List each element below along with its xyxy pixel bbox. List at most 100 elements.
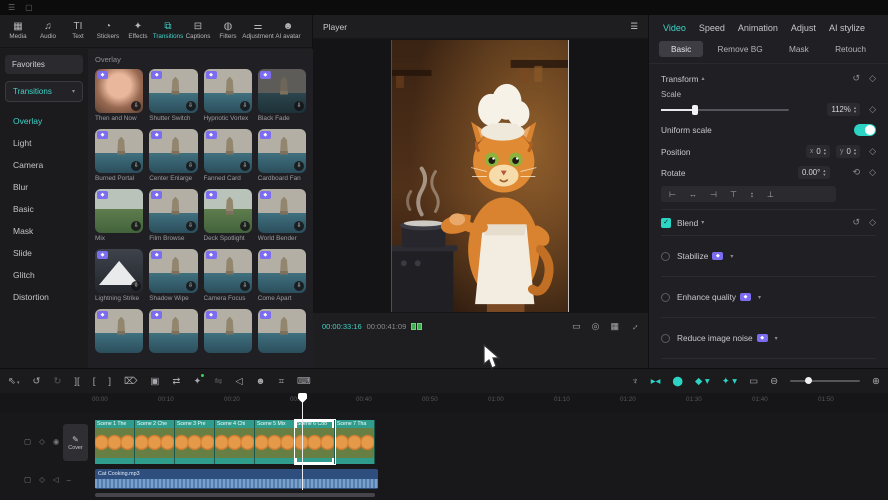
sidebar-item-basic[interactable]: Basic [5, 198, 83, 220]
smart-cut-button[interactable]: ✦ [193, 376, 201, 387]
adjust-tool-button[interactable]: ⌗ [279, 376, 284, 387]
cover-button[interactable]: ✎ Cover [63, 424, 88, 461]
download-icon[interactable]: ⇩ [186, 221, 196, 231]
transition-item[interactable]: ◆⇩Center Enlarge [149, 129, 197, 182]
download-icon[interactable]: ⇩ [186, 281, 196, 291]
download-icon[interactable]: ⇩ [240, 221, 250, 231]
sidebar-favorites[interactable]: Favorites [5, 55, 83, 74]
keyframe-transform-icon[interactable]: ◇ [869, 73, 876, 84]
download-icon[interactable]: ⇩ [131, 221, 141, 231]
sidebar-item-light[interactable]: Light [5, 132, 83, 154]
snap-toggle[interactable]: ⬤ [672, 376, 683, 387]
detach-audio-button[interactable]: ◁ [235, 376, 242, 387]
step-down-icon[interactable]: ▾ [854, 110, 856, 114]
download-icon[interactable]: ⇩ [186, 101, 196, 111]
subtab-mask[interactable]: Mask [777, 41, 821, 57]
transition-item[interactable]: ◆⇩Film Browse [149, 189, 197, 242]
lock-track-icon[interactable]: ◇ [39, 475, 45, 484]
chevron-down-icon[interactable]: ▾ [758, 294, 761, 301]
preview-axis-button[interactable]: ▭ [749, 376, 758, 387]
align-bottom-icon[interactable]: ⊥ [767, 190, 774, 199]
timeline-clip-6-selected[interactable]: Scene 6 Coo [295, 420, 335, 464]
voiceover-mic-button[interactable]: ♆ [632, 376, 639, 387]
download-icon[interactable]: ⇩ [240, 101, 250, 111]
transition-item[interactable]: ◆ [258, 309, 306, 353]
step-down-icon[interactable]: ▾ [824, 152, 826, 156]
tab-animation[interactable]: Animation [738, 23, 778, 33]
aspect-ratio-icon[interactable]: ▭ [572, 321, 581, 332]
hide-track-icon[interactable]: ▢ [24, 437, 31, 446]
link-toggle[interactable]: ◆ ▾ [695, 376, 710, 387]
blend-checkbox[interactable]: ✓ [661, 218, 671, 228]
chevron-down-icon[interactable]: ▾ [730, 253, 733, 260]
position-x-input[interactable]: x 0 ▴▾ [806, 145, 830, 158]
scale-slider[interactable] [661, 109, 789, 111]
sidebar-item-glitch[interactable]: Glitch [5, 264, 83, 286]
download-icon[interactable]: ⇩ [131, 281, 141, 291]
tab-stickers[interactable]: ◔Stickers [93, 22, 123, 40]
uniform-scale-toggle[interactable] [854, 124, 876, 136]
subtab-remove-bg[interactable]: Remove BG [706, 41, 775, 57]
tab-text[interactable]: TIText [63, 22, 93, 40]
transition-item[interactable]: ◆ [95, 309, 143, 353]
tab-adjustment[interactable]: ⚌Adjustment [243, 22, 273, 40]
tab-media[interactable]: ▦Media [3, 22, 33, 40]
audio-clip[interactable]: Cat Cooking.mp3 [95, 469, 378, 489]
tab-captions[interactable]: ⊟Captions [183, 22, 213, 40]
playhead-line[interactable] [302, 396, 303, 490]
timeline-ruler[interactable]: 00:00 00:10 00:20 00:30 00:40 00:50 01:0… [90, 393, 888, 413]
download-icon[interactable]: ⇩ [294, 161, 304, 171]
reset-transform-icon[interactable]: ↺ [853, 73, 861, 84]
download-icon[interactable]: ⇩ [294, 101, 304, 111]
fullscreen-icon[interactable]: ↔ [627, 319, 641, 333]
chevron-down-icon[interactable]: ▾ [775, 335, 778, 342]
timeline-clip-7[interactable]: Scene 7 Tha [335, 420, 375, 464]
rotate-dial-icon[interactable]: ⟲ [853, 167, 861, 178]
step-down-icon[interactable]: ▾ [854, 152, 856, 156]
tab-adjust[interactable]: Adjust [791, 23, 816, 33]
tab-effects[interactable]: ✦Effects [123, 22, 153, 40]
download-icon[interactable]: ⇩ [240, 161, 250, 171]
download-icon[interactable]: ⇩ [186, 161, 196, 171]
transition-item[interactable]: ◆⇩Fanned Card [204, 129, 252, 182]
transition-item[interactable]: ◆ [149, 309, 197, 353]
keyframe-scale-icon[interactable]: ◇ [869, 104, 876, 115]
timeline-clip-2[interactable]: Scene 2 Che [135, 420, 175, 464]
zoom-out-button[interactable]: ⊖ [770, 376, 778, 387]
sidebar-item-slide[interactable]: Slide [5, 242, 83, 264]
download-icon[interactable]: ⇩ [131, 101, 141, 111]
sidebar-item-overlay[interactable]: Overlay [5, 110, 83, 132]
enhance-quality-checkbox[interactable] [661, 293, 670, 302]
transition-item[interactable]: ◆⇩World Bender [258, 189, 306, 242]
sidebar-item-camera[interactable]: Camera [5, 154, 83, 176]
zoom-in-button[interactable]: ⊕ [872, 376, 880, 387]
sidebar-item-mask[interactable]: Mask [5, 220, 83, 242]
align-center-h-icon[interactable]: ↔ [689, 190, 697, 199]
stabilize-checkbox[interactable] [661, 252, 670, 261]
keyframe-rotate-icon[interactable]: ◇ [869, 167, 876, 178]
reduce-noise-checkbox[interactable] [661, 334, 670, 343]
frame-preview-icon[interactable] [411, 323, 422, 330]
chevron-down-icon[interactable]: ▾ [701, 219, 704, 226]
transition-item[interactable]: ◆⇩Mix [95, 189, 143, 242]
extract-person-button[interactable]: ☻ [256, 376, 266, 387]
align-left-icon[interactable]: ⊢ [669, 190, 676, 199]
keyframe-toggle[interactable]: ✦ ▾ [722, 376, 737, 387]
focus-icon[interactable]: ◎ [592, 321, 600, 332]
transition-item[interactable]: ◆⇩Camera Focus [204, 249, 252, 302]
tab-ai-stylize[interactable]: AI stylize [829, 23, 865, 33]
download-icon[interactable]: ⇩ [240, 281, 250, 291]
rotate-input[interactable]: 0.00° ▴▾ [798, 166, 830, 179]
reset-blend-icon[interactable]: ↺ [853, 217, 861, 228]
sidebar-item-distortion[interactable]: Distortion [5, 286, 83, 308]
crop-button[interactable]: ▣ [150, 376, 159, 387]
select-tool-button[interactable]: ⇖▾ [8, 376, 19, 387]
transition-item[interactable]: ◆⇩Shutter Switch [149, 69, 197, 122]
tab-speed[interactable]: Speed [699, 23, 725, 33]
tab-ai-avatar[interactable]: ☻AI avatar [273, 22, 303, 40]
align-middle-v-icon[interactable]: ↕ [750, 190, 754, 199]
split-button[interactable]: ][ [74, 376, 79, 387]
timeline-clip-5[interactable]: Scene 5 Mix [255, 420, 295, 464]
mute-track-icon[interactable]: ◁ [53, 475, 59, 484]
timeline-clip-1[interactable]: Scene 1 The [95, 420, 135, 464]
